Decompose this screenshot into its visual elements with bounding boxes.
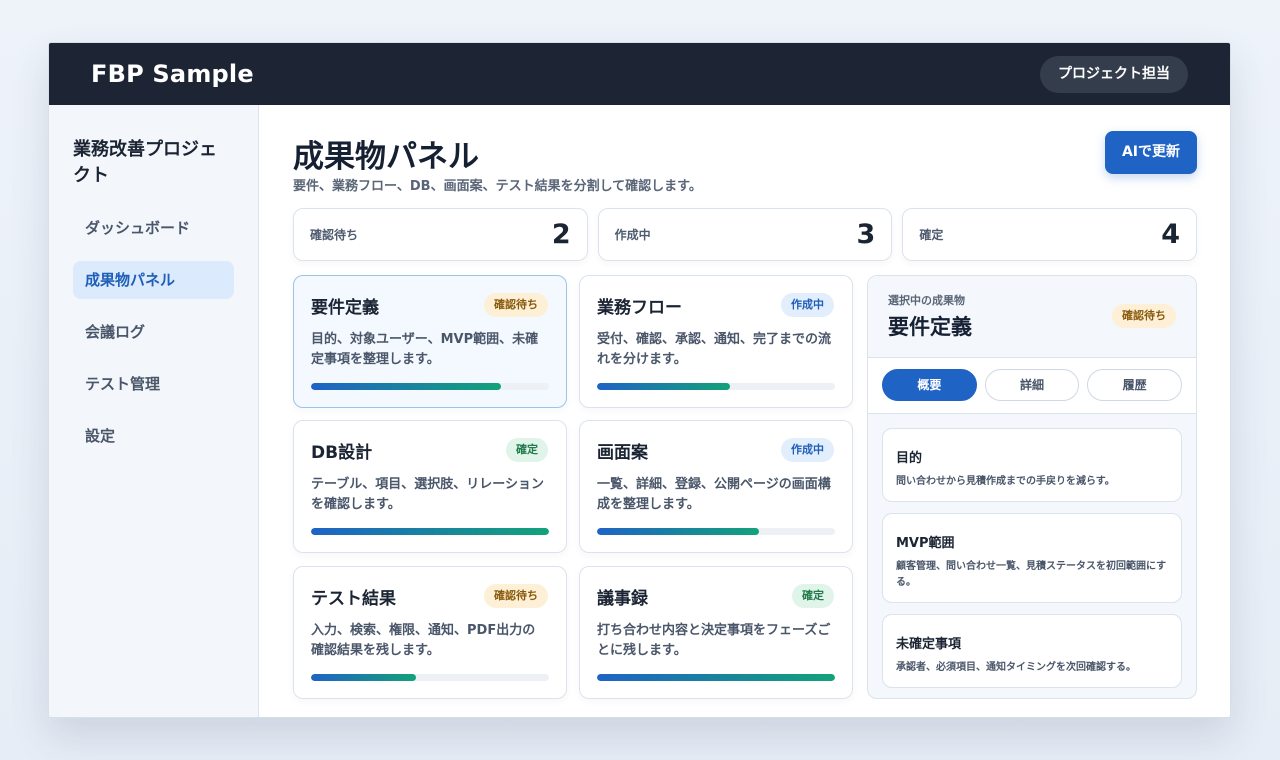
stat-label: 確認待ち (310, 228, 359, 242)
card-title: 要件定義 (311, 297, 379, 318)
stat-pending: 確認待ち 2 (293, 208, 588, 261)
card-business-flow[interactable]: 業務フロー 作成中 受付、確認、承認、通知、完了までの流れを分けます。 (579, 275, 853, 408)
tab-history[interactable]: 履歴 (1087, 369, 1183, 401)
stat-in-progress: 作成中 3 (597, 208, 893, 261)
detail-panel: 選択中の成果物 要件定義 確認待ち 概要 詳細 履歴 目的 問い合わせから見積作… (867, 275, 1197, 699)
page-subtitle: 要件、業務フロー、DB、画面案、テスト結果を分割して確認します。 (293, 179, 702, 194)
detail-sections: 目的 問い合わせから見積作成までの手戻りを減らす。 MVP範囲 顧客管理、問い合… (868, 414, 1196, 688)
section-body: 問い合わせから見積作成までの手戻りを減らす。 (896, 476, 1115, 487)
stat-label: 作成中 (614, 228, 651, 242)
progress-fill (311, 383, 502, 390)
card-screen-design[interactable]: 画面案 作成中 一覧、詳細、登録、公開ページの画面構成を整理します。 (579, 420, 853, 553)
status-badge: 作成中 (781, 293, 834, 317)
ai-update-button[interactable]: AIで更新 (1104, 131, 1197, 174)
section-title: 目的 (896, 451, 923, 466)
stat-value: 4 (1161, 219, 1181, 250)
sidebar-item-dashboard[interactable]: ダッシュボード (73, 209, 234, 247)
card-description: 目的、対象ユーザー、MVP範囲、未確定事項を整理します。 (311, 332, 539, 367)
status-badge: 確認待ち (1112, 304, 1176, 328)
card-description: 受付、確認、承認、通知、完了までの流れを分けます。 (597, 332, 832, 367)
progress-bar (311, 383, 549, 390)
status-badge: 作成中 (781, 438, 834, 462)
role-button[interactable]: プロジェクト担当 (1040, 55, 1188, 93)
section-mvp-scope: MVP範囲 顧客管理、問い合わせ一覧、見積ステータスを初回範囲にする。 (882, 513, 1182, 603)
page-title: 成果物パネル (293, 139, 479, 175)
card-title: 議事録 (597, 588, 648, 609)
progress-bar (597, 383, 835, 390)
progress-bar (311, 528, 549, 535)
section-title: 未確定事項 (896, 637, 962, 652)
card-description: テーブル、項目、選択肢、リレーションを確認します。 (311, 477, 544, 512)
stat-label: 確定 (919, 228, 944, 242)
sidebar: 業務改善プロジェクト ダッシュボード 成果物パネル 会議ログ テスト管理 設定 (49, 105, 259, 717)
section-open-issues: 未確定事項 承認者、必須項目、通知タイミングを次回確認する。 (882, 614, 1182, 688)
status-summary: 確認待ち 2 作成中 3 確定 4 (293, 208, 1198, 261)
stat-value: 3 (856, 219, 876, 250)
stat-confirmed: 確定 4 (902, 208, 1198, 261)
card-title: 業務フロー (597, 297, 682, 318)
card-description: 入力、検索、権限、通知、PDF出力の確認結果を残します。 (311, 623, 536, 658)
main-panel: 成果物パネル 要件、業務フロー、DB、画面案、テスト結果を分割して確認します。 … (259, 105, 1230, 717)
progress-bar (311, 674, 549, 681)
sidebar-item-deliverables[interactable]: 成果物パネル (73, 261, 234, 299)
brand-logo: FBP Sample (91, 60, 254, 88)
section-purpose: 目的 問い合わせから見積作成までの手戻りを減らす。 (882, 428, 1182, 502)
status-badge: 確定 (792, 584, 834, 608)
progress-fill (597, 674, 835, 681)
card-test-results[interactable]: テスト結果 確認待ち 入力、検索、権限、通知、PDF出力の確認結果を残します。 (293, 566, 567, 699)
stat-value: 2 (551, 219, 571, 250)
progress-bar (597, 674, 835, 681)
top-bar: FBP Sample プロジェクト担当 (49, 43, 1230, 105)
card-description: 一覧、詳細、登録、公開ページの画面構成を整理します。 (597, 477, 831, 512)
sidebar-item-meeting-log[interactable]: 会議ログ (73, 313, 234, 351)
status-badge: 確認待ち (484, 293, 548, 317)
progress-fill (597, 383, 731, 390)
sidebar-item-settings[interactable]: 設定 (73, 417, 234, 455)
progress-bar (597, 528, 835, 535)
status-badge: 確認待ち (484, 584, 548, 608)
card-db-design[interactable]: DB設計 確定 テーブル、項目、選択肢、リレーションを確認します。 (293, 420, 567, 553)
section-body: 承認者、必須項目、通知タイミングを次回確認する。 (896, 662, 1136, 673)
section-title: MVP範囲 (896, 536, 955, 551)
card-requirements[interactable]: 要件定義 確認待ち 目的、対象ユーザー、MVP範囲、未確定事項を整理します。 (293, 275, 567, 408)
card-title: テスト結果 (311, 588, 396, 609)
tab-overview[interactable]: 概要 (882, 369, 977, 401)
detail-header: 選択中の成果物 要件定義 確認待ち (868, 276, 1196, 358)
tab-details[interactable]: 詳細 (984, 369, 1080, 401)
progress-fill (311, 674, 416, 681)
progress-fill (597, 528, 759, 535)
section-body: 顧客管理、問い合わせ一覧、見積ステータスを初回範囲にする。 (896, 561, 1167, 588)
card-title: DB設計 (311, 442, 373, 463)
sidebar-item-test-management[interactable]: テスト管理 (73, 365, 234, 403)
status-badge: 確定 (506, 438, 548, 462)
card-description: 打ち合わせ内容と決定事項をフェーズごとに残します。 (597, 623, 831, 658)
card-title: 画面案 (597, 442, 648, 463)
app-window: FBP Sample プロジェクト担当 業務改善プロジェクト ダッシュボード 成… (48, 42, 1231, 718)
project-name: 業務改善プロジェクト (73, 139, 217, 186)
detail-tabs: 概要 詳細 履歴 (868, 358, 1196, 414)
progress-fill (311, 528, 549, 535)
card-minutes[interactable]: 議事録 確定 打ち合わせ内容と決定事項をフェーズごとに残します。 (579, 566, 853, 699)
